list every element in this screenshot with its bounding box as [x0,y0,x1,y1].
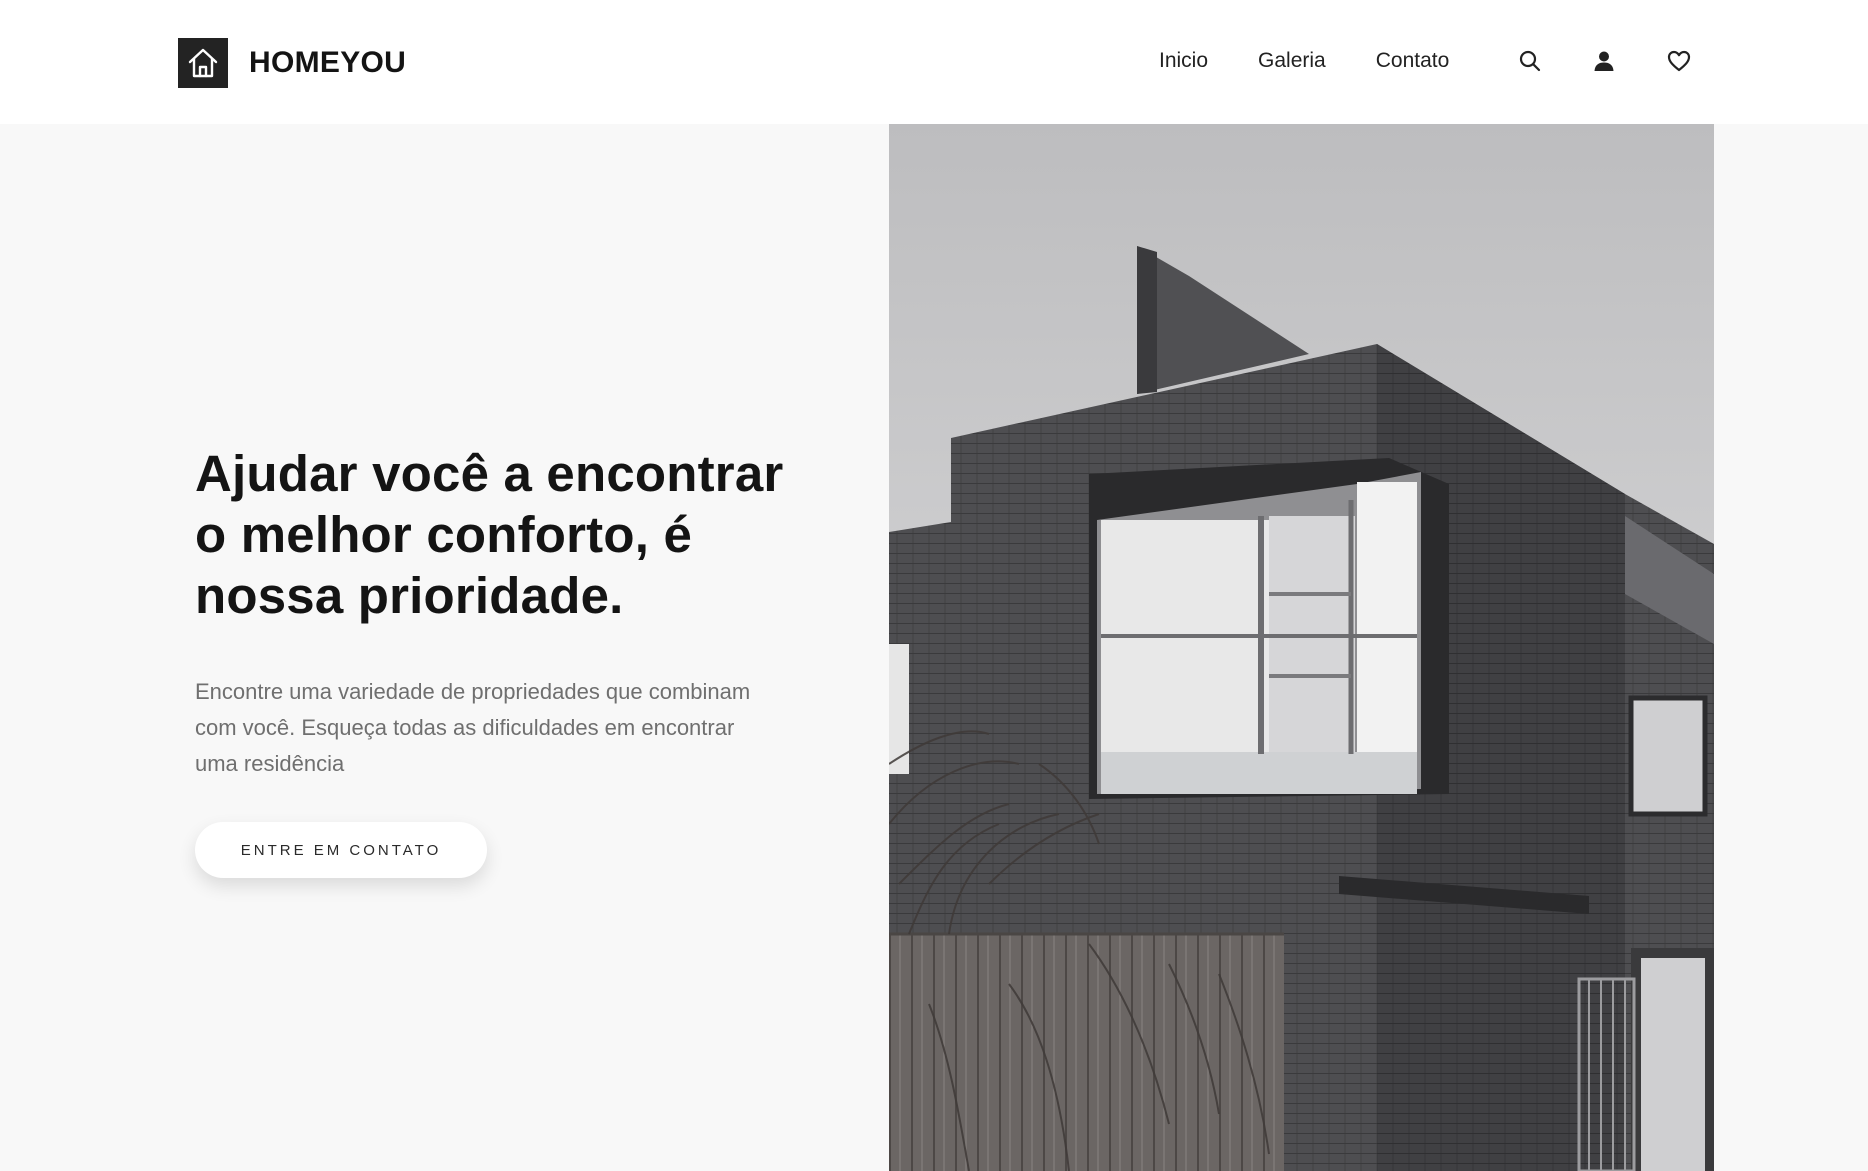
logo[interactable]: HOMEYOU [178,38,406,88]
main-nav: Inicio Galeria Contato [1159,49,1449,73]
headline-line: nossa prioridade. [195,567,624,624]
nav-link-contato[interactable]: Contato [1376,49,1450,73]
hero-headline: Ajudar você a encontrar o melhor confort… [195,443,855,626]
house-icon [178,38,228,88]
site-header: HOMEYOU Inicio Galeria Contato [0,0,1868,124]
nav-link-galeria[interactable]: Galeria [1258,49,1326,73]
heart-icon[interactable] [1664,46,1694,76]
headline-line: o melhor conforto, é [195,506,693,563]
hero-section: Ajudar você a encontrar o melhor confort… [195,443,855,878]
headline-line: Ajudar você a encontrar [195,445,784,502]
hero-house-image [889,124,1714,1171]
hero-subtitle: Encontre uma variedade de propriedades q… [195,679,751,776]
contact-button[interactable]: ENTRE EM CONTATO [195,822,487,878]
user-icon[interactable] [1589,46,1619,76]
search-icon[interactable] [1515,46,1545,76]
brand-name: HOMEYOU [249,46,407,79]
nav-link-inicio[interactable]: Inicio [1159,49,1208,73]
